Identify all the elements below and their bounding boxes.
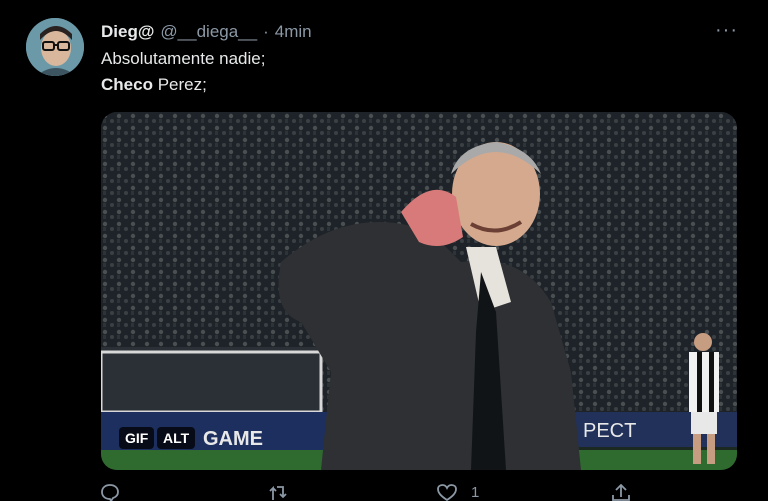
gif-badge: GIF bbox=[119, 427, 155, 449]
reply-icon bbox=[101, 484, 119, 501]
tweet-text-rest: Perez; bbox=[152, 75, 207, 94]
retweet-icon bbox=[269, 485, 287, 500]
heart-icon bbox=[437, 484, 457, 501]
author-name[interactable]: Dieg@ bbox=[101, 22, 154, 42]
gif-frame: GAME PECT bbox=[101, 112, 737, 470]
more-options-icon[interactable]: ··· bbox=[715, 20, 738, 40]
like-button[interactable]: 1 bbox=[437, 484, 479, 501]
tweet-timestamp[interactable]: 4min bbox=[275, 22, 312, 42]
tweet-header: Dieg@ @__diega__ · 4min bbox=[101, 22, 312, 42]
tweet-text-bold: Checo bbox=[101, 75, 153, 94]
tweet-text-line-1: Absolutamente nadie; bbox=[101, 49, 266, 68]
author-handle[interactable]: @__diega__ bbox=[160, 22, 257, 42]
retweet-button[interactable] bbox=[269, 484, 289, 501]
tweet-text-line-2: Checo Perez; bbox=[101, 75, 207, 95]
like-count: 1 bbox=[471, 484, 480, 501]
avatar[interactable] bbox=[26, 18, 84, 76]
tweet[interactable]: Dieg@ @__diega__ · 4min ··· Absolutament… bbox=[0, 0, 768, 501]
tweet-media-gif[interactable]: GAME PECT GIF ALT bbox=[101, 112, 737, 470]
tweet-actions: 1 bbox=[101, 484, 661, 501]
avatar-photo bbox=[26, 18, 84, 76]
share-button[interactable] bbox=[611, 484, 631, 501]
banner-text-left: GAME bbox=[203, 428, 263, 450]
separator-dot: · bbox=[263, 22, 269, 41]
share-icon bbox=[612, 484, 630, 501]
reply-button[interactable] bbox=[101, 484, 119, 501]
alt-text-badge[interactable]: ALT bbox=[157, 427, 196, 449]
banner-text-right: PECT bbox=[583, 420, 636, 442]
